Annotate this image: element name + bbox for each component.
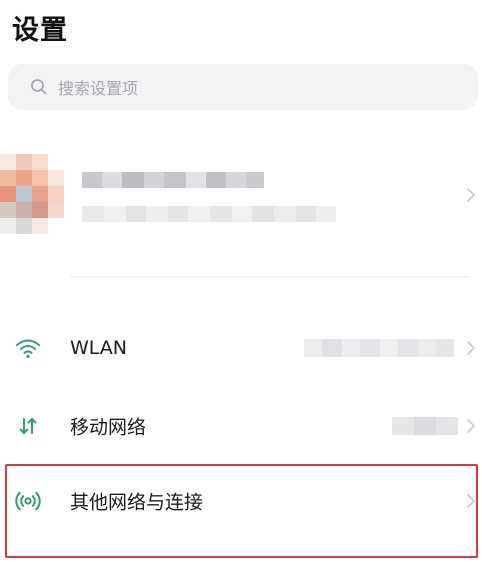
search-icon bbox=[30, 78, 48, 96]
mobile-data-icon bbox=[14, 412, 42, 440]
avatar bbox=[0, 154, 64, 234]
settings-item-label: 其他网络与连接 bbox=[70, 491, 204, 514]
chevron-right-icon bbox=[467, 188, 475, 202]
settings-item-wlan[interactable]: WLAN bbox=[0, 319, 482, 377]
account-profile-row[interactable] bbox=[0, 150, 482, 240]
chevron-right-icon bbox=[467, 419, 475, 433]
connection-icon bbox=[14, 487, 42, 515]
page-title: 设置 bbox=[12, 15, 68, 46]
settings-item-other-networks[interactable]: 其他网络与连接 bbox=[0, 472, 482, 530]
search-bar[interactable]: 搜索设置项 bbox=[8, 64, 478, 110]
account-name-redacted bbox=[82, 172, 264, 188]
settings-screen: 设置 搜索设置项 WLAN 移动网络 其他网络与连接 bbox=[0, 0, 482, 562]
settings-item-label: 移动网络 bbox=[70, 416, 147, 439]
search-placeholder: 搜索设置项 bbox=[58, 79, 139, 98]
wlan-network-name-redacted bbox=[304, 339, 454, 357]
chevron-right-icon bbox=[467, 341, 475, 355]
wifi-icon bbox=[14, 334, 42, 362]
carrier-name-redacted bbox=[392, 417, 458, 435]
settings-item-mobile-network[interactable]: 移动网络 bbox=[0, 397, 482, 455]
settings-item-label: WLAN bbox=[70, 337, 128, 359]
account-subtitle-redacted bbox=[82, 206, 336, 222]
chevron-right-icon bbox=[467, 494, 475, 508]
section-divider bbox=[70, 276, 470, 278]
